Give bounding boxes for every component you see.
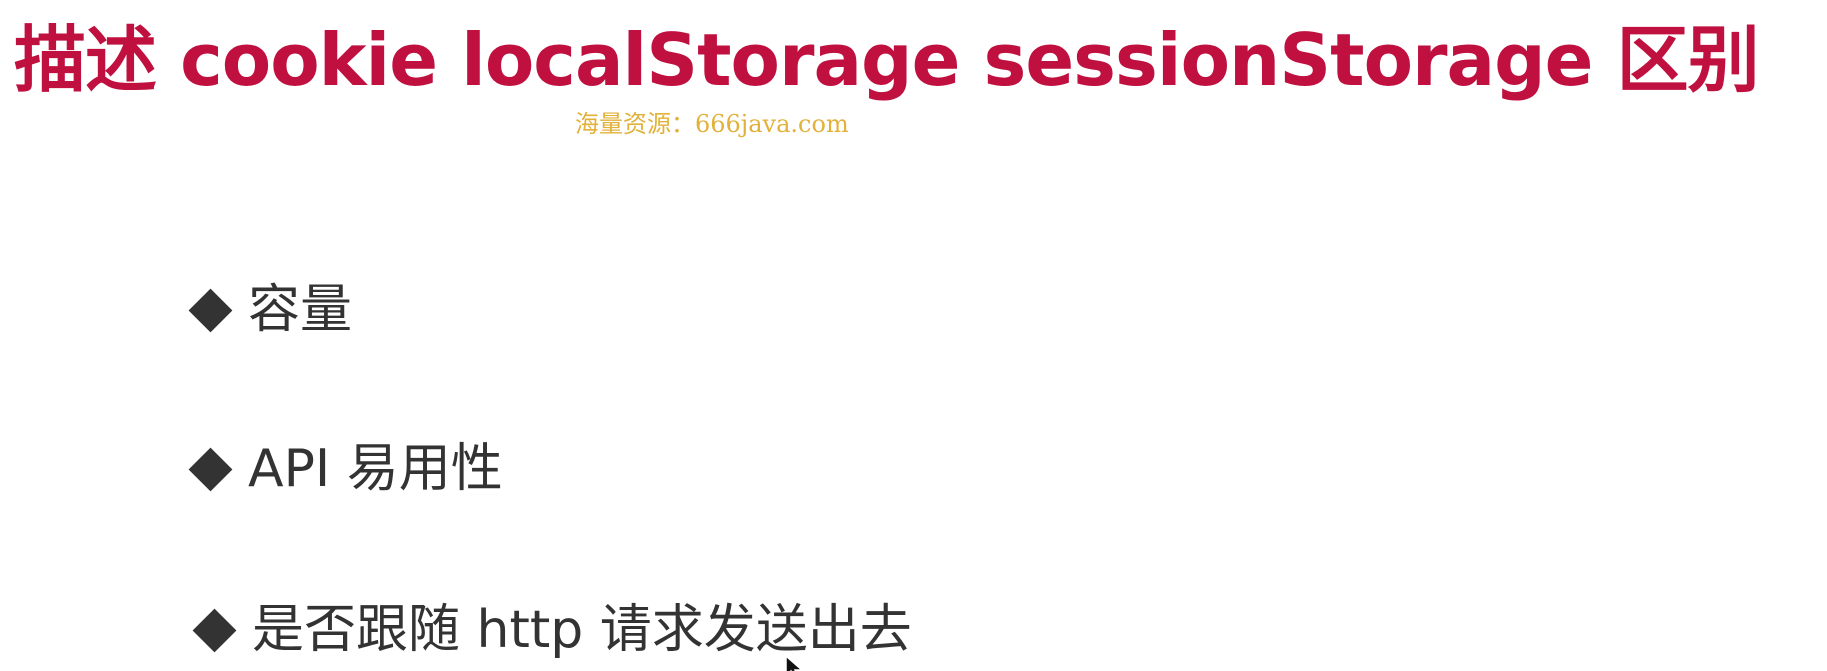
diamond-icon: [188, 447, 233, 491]
diamond-icon: [192, 608, 237, 652]
bullet-item: API 易用性: [188, 437, 503, 501]
bullet-text-http-request: 是否跟随 http 请求发送出去: [252, 600, 912, 660]
bullet-text-capacity: 容量: [248, 280, 353, 340]
diamond-icon: [188, 288, 233, 332]
bullet-list: 容量 API 易用性 是否跟随 http 请求发送出去: [0, 0, 1827, 671]
mouse-pointer-icon: [785, 655, 804, 671]
bullet-item: 容量: [188, 278, 352, 342]
bullet-text-api-usability: API 易用性: [248, 439, 503, 499]
bullet-item: 是否跟随 http 请求发送出去: [192, 598, 912, 662]
